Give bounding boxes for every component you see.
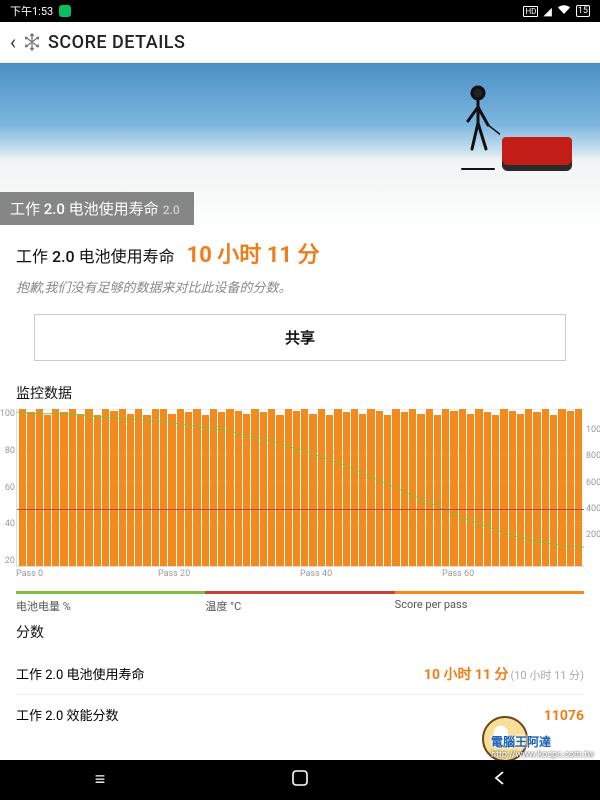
chart-legend: 电池电量 % 温度 °C Score per pass: [16, 587, 584, 614]
result-value: 10 小时 11 分: [187, 237, 320, 269]
score-value: 10 小时 11 分: [424, 667, 509, 683]
nav-back-icon[interactable]: [489, 769, 511, 791]
y-axis-right: 100008000600040002000: [586, 409, 600, 566]
hd-indicator: HD: [523, 6, 538, 17]
monitoring-chart: 10080604020 100008000600040002000: [16, 409, 584, 567]
scores-title: 分数: [0, 614, 600, 648]
back-icon[interactable]: ‹: [8, 30, 22, 54]
system-nav-bar: ≡: [0, 760, 600, 800]
headline-result: 工作 2.0 电池使用寿命 10 小时 11 分: [0, 225, 600, 273]
app-header: ‹ SCORE DETAILS: [0, 22, 600, 63]
wifi-icon: [557, 4, 571, 18]
nav-home-icon[interactable]: [289, 769, 311, 791]
watermark: 電腦王阿達 http://www.kocpc.com.tw: [491, 733, 594, 760]
recording-indicator: [59, 5, 71, 17]
score-sub: (10 小时 11 分): [510, 669, 584, 682]
score-row: 工作 2.0 电池使用寿命 10 小时 11 分(10 小时 11 分): [16, 654, 584, 695]
status-time: 下午1:53: [10, 3, 53, 19]
result-label: 工作 2.0 电池使用寿命: [16, 243, 175, 267]
snowflake-icon: [22, 32, 42, 52]
status-bar: 下午1:53 HD ◢ 15: [0, 0, 600, 22]
battery-indicator: 15: [576, 5, 590, 17]
legend-score: Score per pass: [395, 591, 584, 614]
y-axis-left: 10080604020: [0, 409, 15, 566]
nav-menu-icon[interactable]: ≡: [89, 769, 111, 791]
legend-temperature: 温度 °C: [205, 591, 394, 614]
score-value: 11076: [544, 708, 584, 724]
monitoring-title: 监控数据: [0, 375, 600, 409]
hero-caption: 工作 2.0 电池使用寿命2.0: [0, 192, 194, 225]
no-comparison-notice: 抱歉,我们没有足够的数据来对比此设备的分数。: [0, 273, 600, 308]
page-title: SCORE DETAILS: [48, 32, 185, 53]
share-button[interactable]: 共享: [34, 314, 566, 361]
sled: [502, 137, 572, 171]
overlay-lines: [17, 409, 584, 566]
score-label: 工作 2.0 电池使用寿命: [16, 664, 145, 683]
x-axis: Pass 0Pass 20Pass 40Pass 60: [16, 569, 584, 579]
skier-figure: [456, 83, 500, 173]
signal-icon: ◢: [543, 5, 551, 18]
hero-image: 工作 2.0 电池使用寿命2.0: [0, 63, 600, 225]
legend-battery: 电池电量 %: [16, 591, 205, 614]
score-label: 工作 2.0 效能分数: [16, 705, 119, 724]
